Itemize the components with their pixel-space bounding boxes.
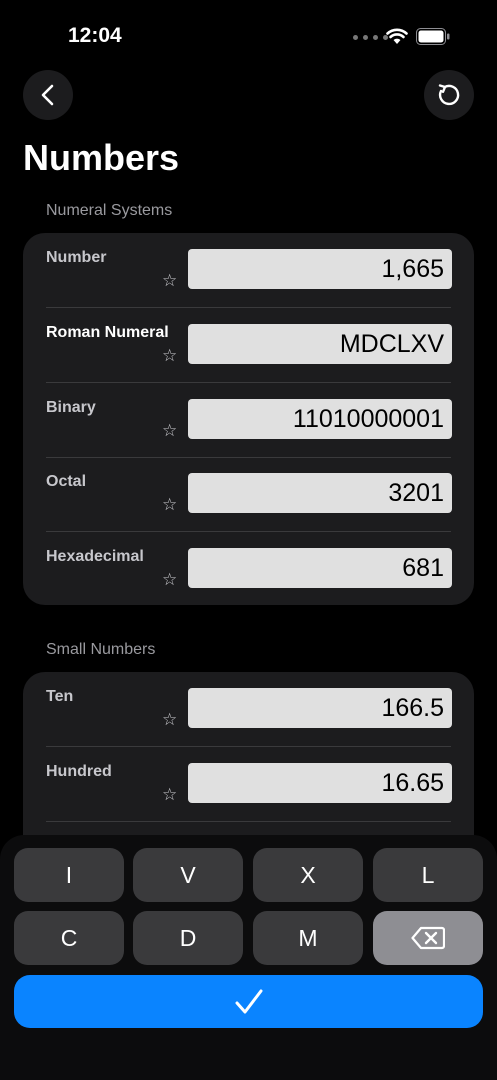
row-number: Number ☆ 1,665 [23, 233, 474, 308]
reset-button[interactable] [424, 70, 474, 120]
delete-key[interactable] [373, 911, 483, 965]
key-m[interactable]: M [253, 911, 363, 965]
number-field[interactable]: 1,665 [188, 249, 452, 289]
row-label: Binary [46, 399, 96, 416]
row-label: Hexadecimal [46, 548, 144, 565]
favorite-star-icon[interactable]: ☆ [162, 495, 177, 515]
key-v[interactable]: V [133, 848, 243, 902]
row-label: Ten [46, 688, 74, 705]
row-ten: Ten ☆ 166.5 [23, 672, 474, 747]
done-button[interactable] [14, 975, 483, 1028]
cellular-icon [353, 35, 388, 40]
row-label: Octal [46, 473, 87, 490]
status-bar: 12:04 [0, 0, 497, 70]
key-x[interactable]: X [253, 848, 363, 902]
checkmark-icon [235, 989, 262, 1013]
delete-backward-icon [411, 926, 445, 950]
key-i[interactable]: I [14, 848, 124, 902]
chevron-left-icon [41, 84, 54, 106]
row-label: Roman Numeral [46, 324, 169, 341]
roman-numeral-field[interactable]: MDCLXV [188, 324, 452, 364]
reset-icon [438, 84, 460, 106]
row-label: Hundred [46, 763, 112, 780]
favorite-star-icon[interactable]: ☆ [162, 570, 177, 590]
binary-field[interactable]: 11010000001 [188, 399, 452, 439]
section-label-small-numbers: Small Numbers [46, 641, 156, 658]
hexadecimal-field[interactable]: 681 [188, 548, 452, 588]
key-c[interactable]: C [14, 911, 124, 965]
roman-numeral-keyboard: I V X L C D M [0, 835, 497, 1080]
favorite-star-icon[interactable]: ☆ [162, 785, 177, 805]
favorite-star-icon[interactable]: ☆ [162, 271, 177, 291]
divider [46, 821, 451, 822]
battery-icon [416, 28, 450, 45]
ten-field[interactable]: 166.5 [188, 688, 452, 728]
key-l[interactable]: L [373, 848, 483, 902]
favorite-star-icon[interactable]: ☆ [162, 421, 177, 441]
row-octal: Octal ☆ 3201 [23, 457, 474, 532]
row-hexadecimal: Hexadecimal ☆ 681 [23, 532, 474, 607]
favorite-star-icon[interactable]: ☆ [162, 710, 177, 730]
row-binary: Binary ☆ 11010000001 [23, 383, 474, 458]
page-title: Numbers [23, 137, 180, 178]
row-label: Number [46, 249, 107, 266]
favorite-star-icon[interactable]: ☆ [162, 346, 177, 366]
octal-field[interactable]: 3201 [188, 473, 452, 513]
numeral-systems-card: Number ☆ 1,665 Roman Numeral ☆ MDCLXV Bi… [23, 233, 474, 605]
row-roman-numeral: Roman Numeral ☆ MDCLXV [23, 308, 474, 383]
status-time: 12:04 [68, 24, 122, 47]
wifi-icon [386, 28, 408, 44]
key-d[interactable]: D [133, 911, 243, 965]
row-hundred: Hundred ☆ 16.65 [23, 747, 474, 822]
hundred-field[interactable]: 16.65 [188, 763, 452, 803]
section-label-numeral-systems: Numeral Systems [46, 202, 173, 219]
back-button[interactable] [23, 70, 73, 120]
